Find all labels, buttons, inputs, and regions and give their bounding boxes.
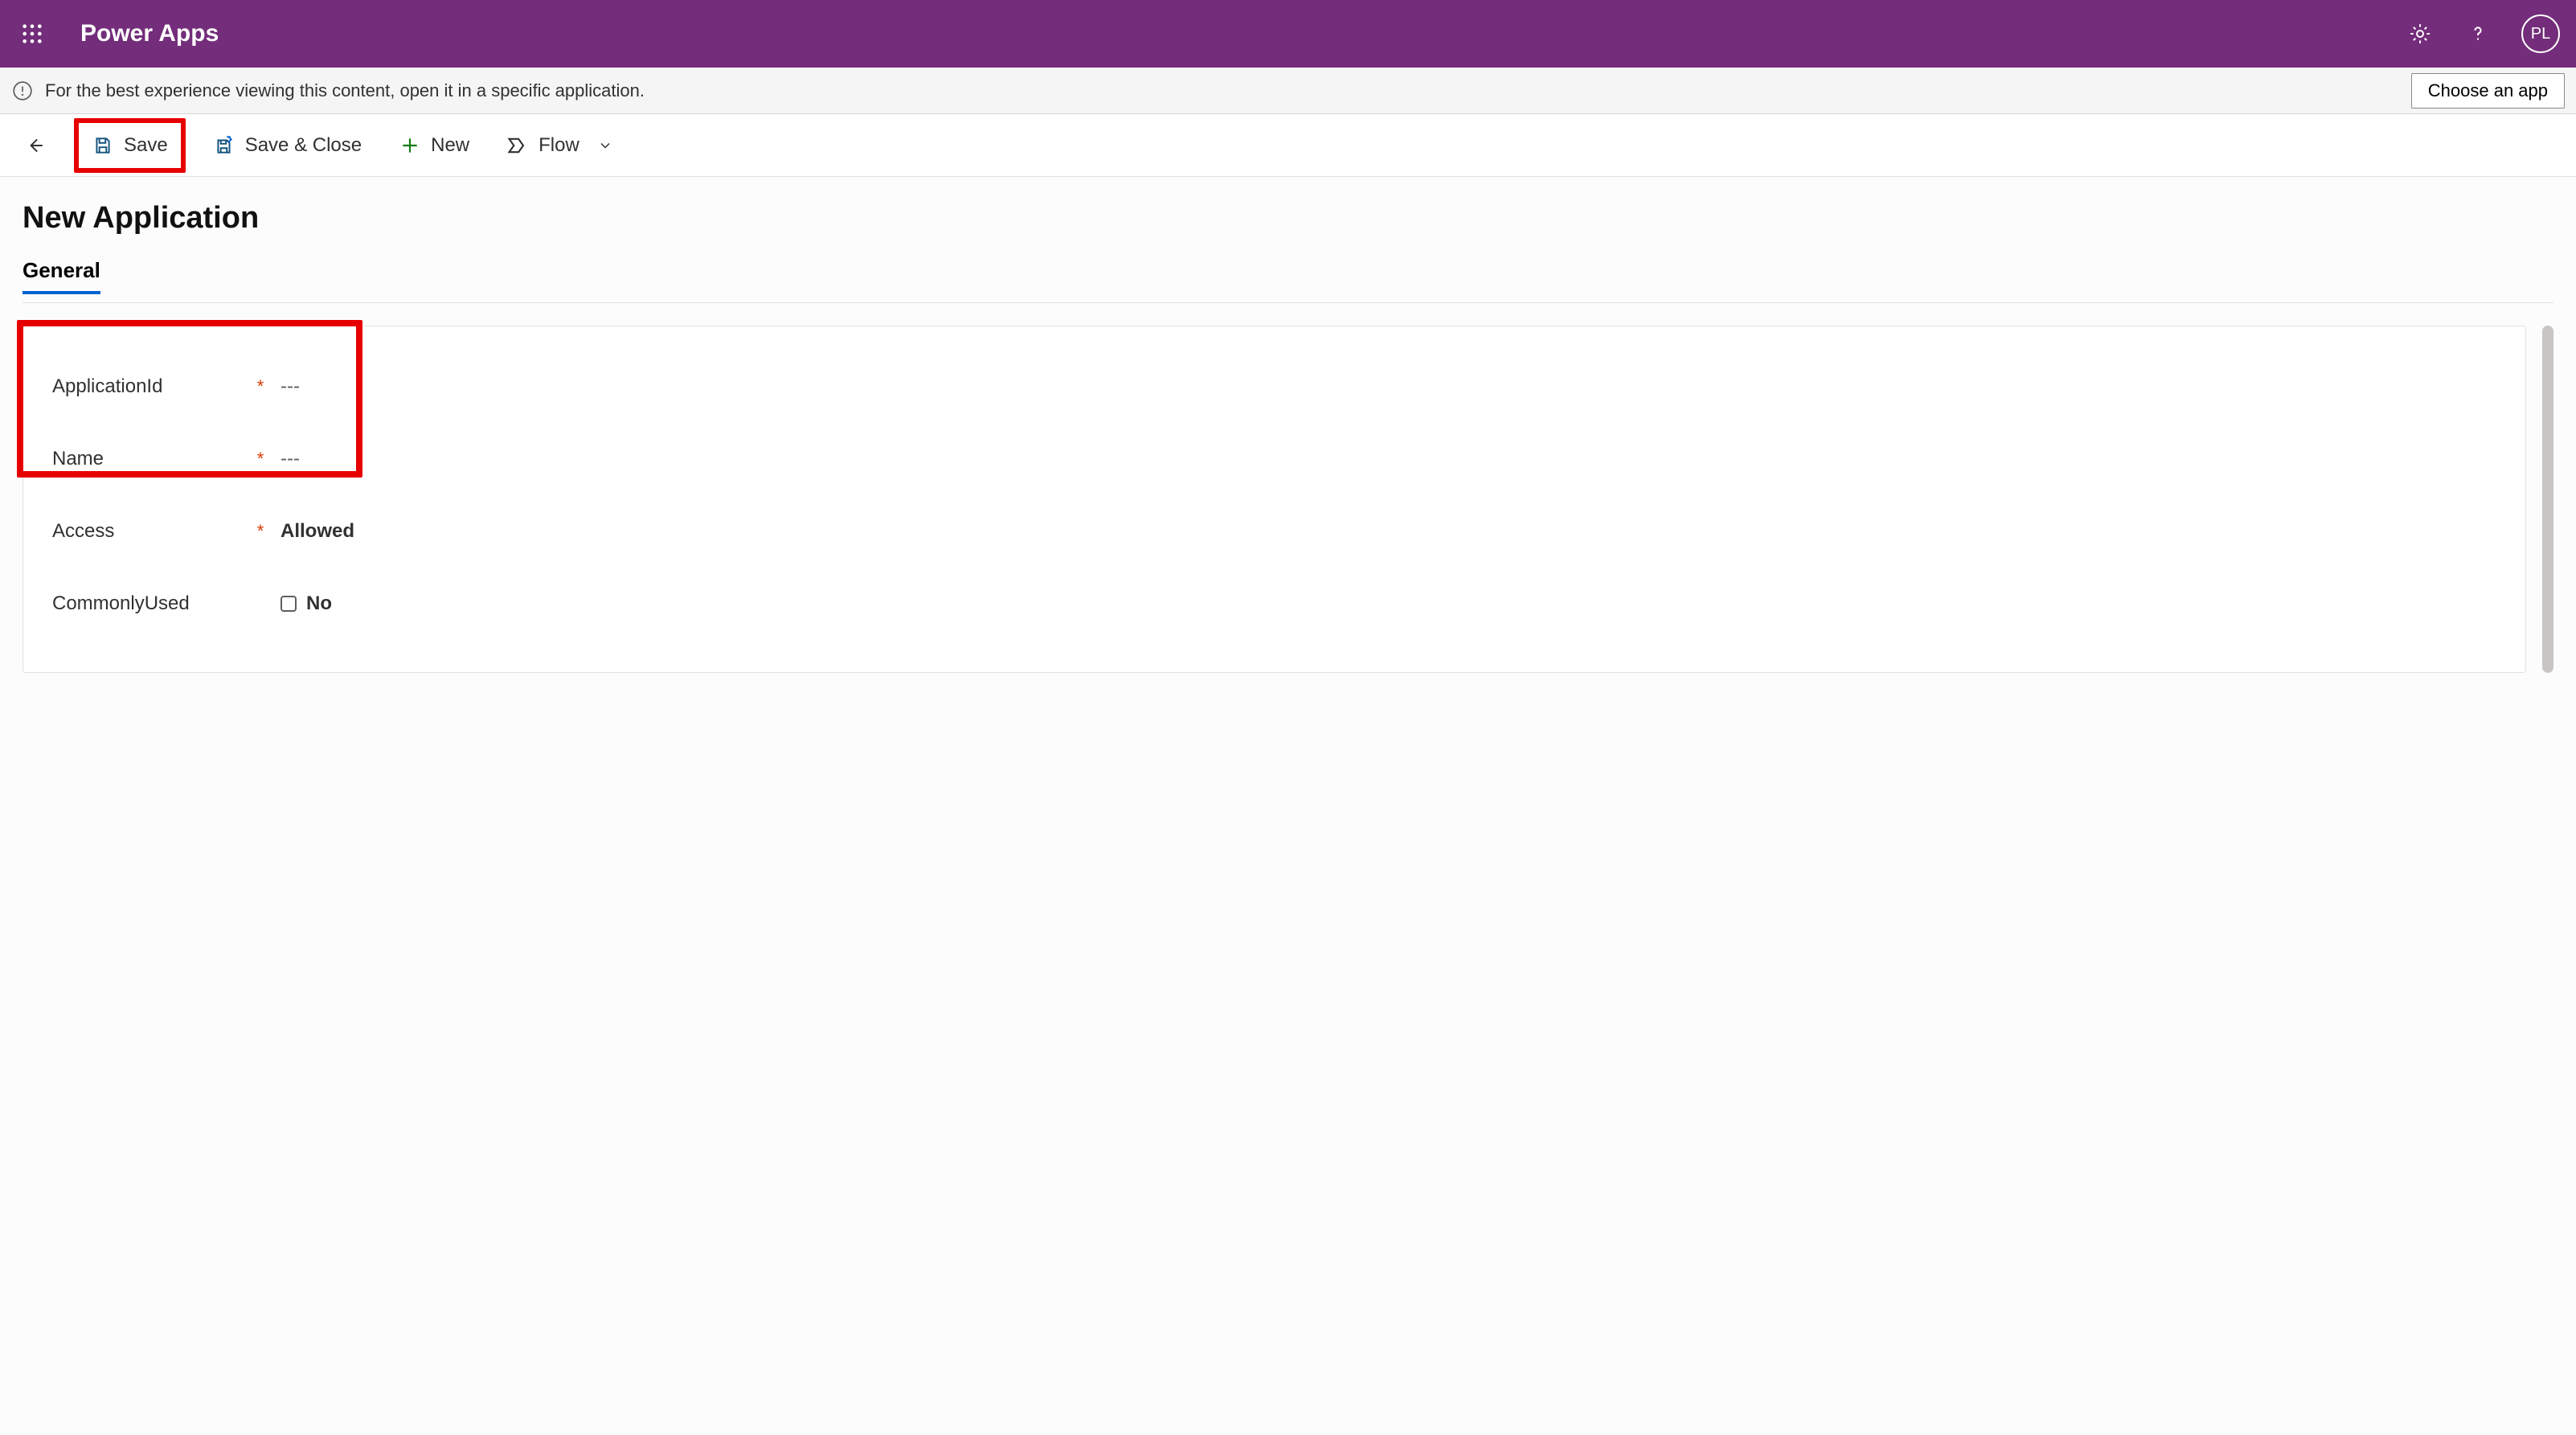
field-access: Access * Allowed xyxy=(47,495,2501,568)
new-label: New xyxy=(431,134,469,157)
app-title: Power Apps xyxy=(80,20,2406,47)
form-card: ApplicationId * --- Name * --- Access * … xyxy=(23,326,2526,673)
field-value-application-id[interactable]: --- xyxy=(272,375,300,398)
scrollbar[interactable] xyxy=(2542,326,2553,673)
settings-icon[interactable] xyxy=(2406,19,2435,48)
arrow-left-icon xyxy=(24,134,47,157)
save-label: Save xyxy=(124,134,168,157)
choose-app-button[interactable]: Choose an app xyxy=(2411,73,2565,109)
field-value-access[interactable]: Allowed xyxy=(272,520,354,543)
annotation-highlight-save: Save xyxy=(74,118,186,173)
info-message: For the best experience viewing this con… xyxy=(45,80,2400,101)
field-label-access: Access xyxy=(47,520,248,543)
checkbox-icon[interactable] xyxy=(281,596,297,612)
flow-button[interactable]: Flow xyxy=(497,128,626,163)
help-icon[interactable] xyxy=(2463,19,2492,48)
flow-icon xyxy=(506,134,529,157)
chevron-down-icon xyxy=(594,134,616,157)
save-close-icon xyxy=(213,134,235,157)
content-area: New Application General ApplicationId * … xyxy=(0,177,2576,673)
save-close-button[interactable]: Save & Close xyxy=(203,128,371,163)
plus-icon xyxy=(399,134,421,157)
waffle-icon[interactable] xyxy=(16,18,48,50)
field-label-name: Name xyxy=(47,448,248,470)
field-value-name[interactable]: --- xyxy=(272,448,300,470)
field-label-commonly-used: CommonlyUsed xyxy=(47,592,248,615)
save-icon xyxy=(92,134,114,157)
field-name: Name * --- xyxy=(47,423,2501,495)
tab-general[interactable]: General xyxy=(23,258,100,294)
field-value-commonly-used[interactable]: No xyxy=(272,592,332,615)
app-header: Power Apps PL xyxy=(0,0,2576,68)
required-marker: * xyxy=(248,521,272,542)
field-label-application-id: ApplicationId xyxy=(47,375,248,398)
field-commonly-used: CommonlyUsed No xyxy=(47,568,2501,640)
field-application-id: ApplicationId * --- xyxy=(47,351,2501,423)
info-icon xyxy=(11,80,34,102)
user-initials: PL xyxy=(2531,25,2550,43)
page-title: New Application xyxy=(23,201,2553,236)
back-button[interactable] xyxy=(14,128,56,163)
flow-label: Flow xyxy=(539,134,579,157)
required-marker: * xyxy=(248,376,272,397)
user-avatar[interactable]: PL xyxy=(2521,14,2560,53)
save-button[interactable]: Save xyxy=(82,128,178,163)
save-close-label: Save & Close xyxy=(245,134,362,157)
commonly-used-value: No xyxy=(306,592,332,615)
required-marker: * xyxy=(248,449,272,469)
command-bar: Save Save & Close New Flow xyxy=(0,114,2576,177)
tab-row: General xyxy=(23,258,2553,294)
info-bar: For the best experience viewing this con… xyxy=(0,68,2576,114)
new-button[interactable]: New xyxy=(389,128,479,163)
